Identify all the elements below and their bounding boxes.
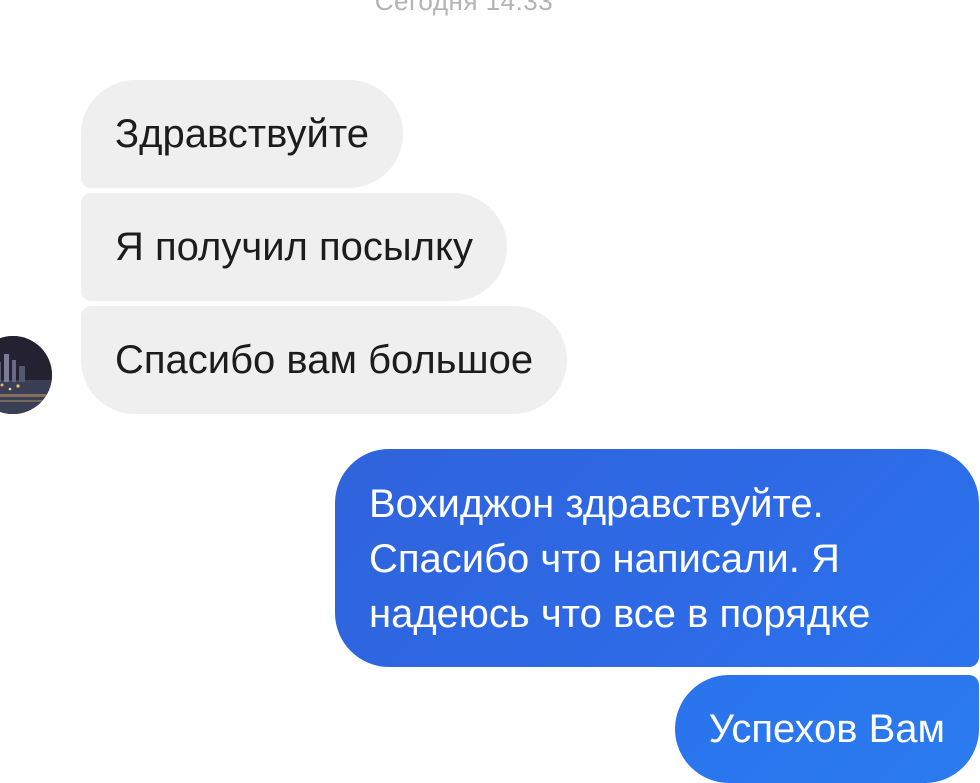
incoming-message-bubble[interactable]: Здравствуйте	[81, 80, 403, 188]
message-text-line: Спасибо что написали. Я	[369, 537, 840, 581]
message-text-line: Вохиджон здравствуйте.	[369, 482, 824, 526]
outgoing-message-bubble[interactable]: Успехов Вам	[674, 675, 979, 783]
incoming-message-bubble[interactable]: Я получил посылку	[81, 193, 507, 301]
avatar-photo-icon	[0, 336, 52, 414]
message-text: Здравствуйте	[115, 111, 369, 156]
chat-timestamp: Сегодня 14:33	[374, 0, 554, 16]
message-text-line: надеюсь что все в порядке	[369, 592, 871, 636]
incoming-message-bubble[interactable]: Спасибо вам большое	[81, 306, 568, 414]
message-text: Спасибо вам большое	[115, 337, 534, 382]
message-text: Я получил посылку	[115, 224, 473, 269]
contact-avatar[interactable]	[0, 336, 52, 414]
message-text: Успехов Вам	[708, 706, 945, 751]
outgoing-message-bubble[interactable]: Вохиджон здравствуйте. Спасибо что напис…	[335, 449, 979, 667]
